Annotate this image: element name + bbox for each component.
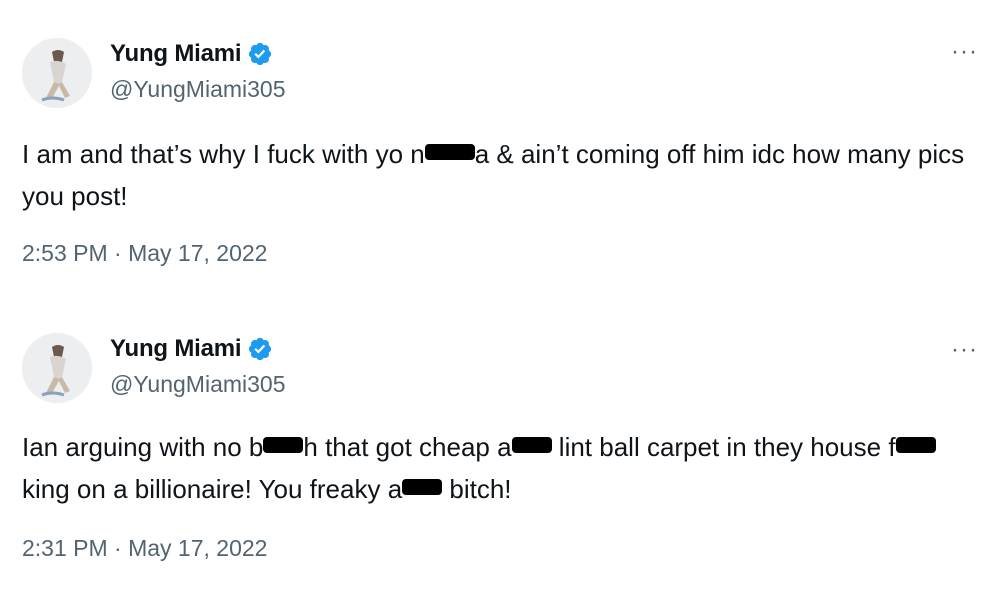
display-name[interactable]: Yung Miami	[110, 40, 242, 68]
avatar[interactable]	[22, 333, 92, 403]
tweet[interactable]: Yung Miami @YungMiami305 ··· I am and th…	[0, 0, 1000, 298]
timestamp[interactable]: 2:31 PM · May 17, 2022	[22, 535, 267, 562]
timestamp[interactable]: 2:53 PM · May 17, 2022	[22, 240, 267, 267]
avatar[interactable]	[22, 38, 92, 108]
censor-bar	[895, 437, 936, 453]
verified-badge-icon	[247, 41, 273, 67]
tweet-text: I am and that’s why I fuck with yo na & …	[22, 139, 965, 211]
handle[interactable]: @YungMiami305	[110, 371, 286, 398]
censor-bar	[424, 144, 475, 160]
handle[interactable]: @YungMiami305	[110, 76, 286, 103]
censor-bar	[511, 437, 552, 453]
tweet-text: Ian arguing with no bh that got cheap a …	[22, 426, 982, 510]
censor-bar	[402, 479, 443, 495]
tweet[interactable]: Yung Miami @YungMiami305 ··· Ian arguing…	[0, 298, 1000, 597]
verified-badge-icon	[247, 336, 273, 362]
censor-bar	[263, 437, 304, 453]
more-options-button[interactable]: ···	[951, 40, 978, 64]
display-name[interactable]: Yung Miami	[110, 335, 242, 363]
more-options-button[interactable]: ···	[951, 338, 978, 362]
